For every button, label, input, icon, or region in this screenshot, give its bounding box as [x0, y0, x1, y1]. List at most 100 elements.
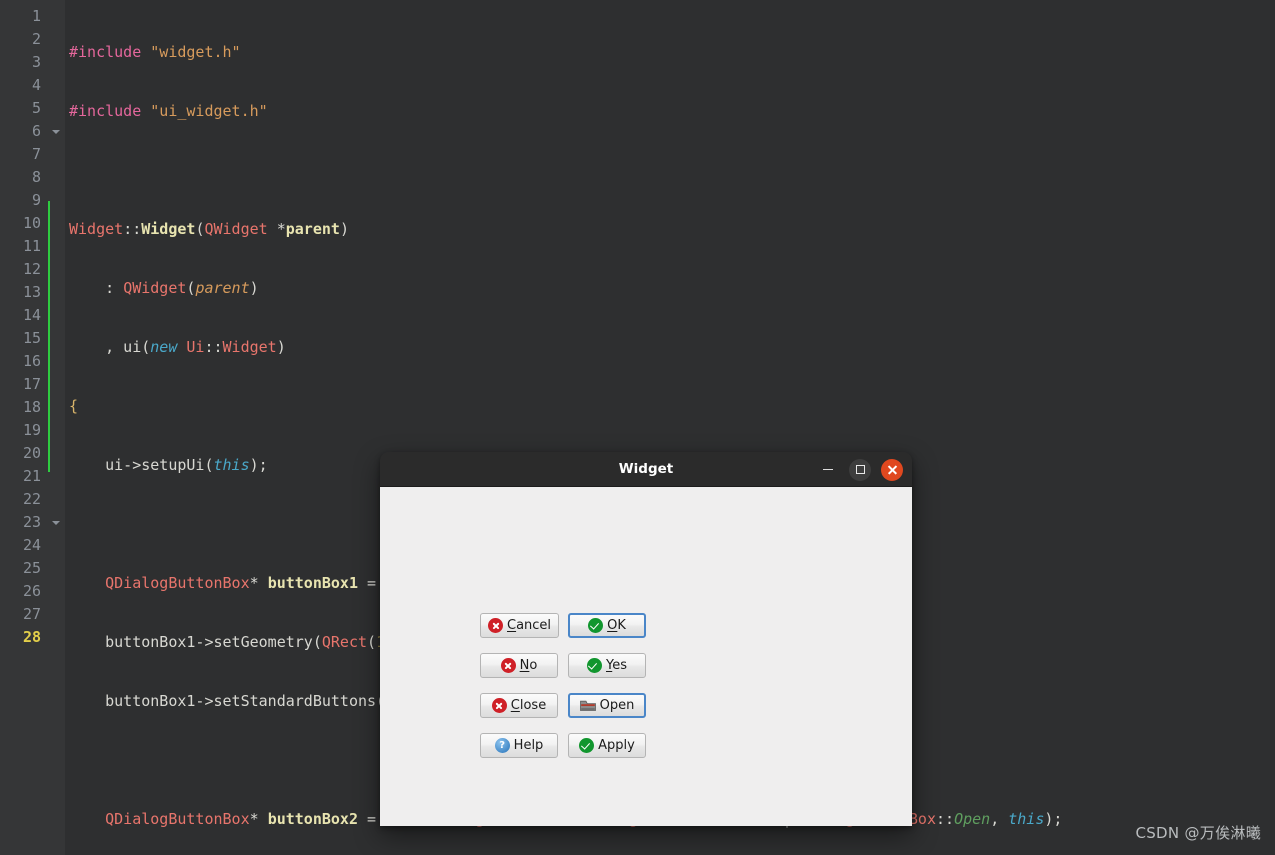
yes-button[interactable]: Yes [568, 653, 646, 678]
line-number: 6 [31, 122, 41, 140]
line-number-current: 28 [22, 628, 41, 646]
fold-cell [48, 235, 65, 258]
line-number: 5 [31, 99, 41, 117]
line-number: 18 [22, 398, 41, 416]
line-number: 24 [22, 536, 41, 554]
line-number: 3 [31, 53, 41, 71]
cancel-x-icon [491, 698, 507, 713]
editor-line-number-gutter: 1 2 3 4 5 6 7 8 9 10 11 12 13 14 15 16 1… [0, 0, 48, 855]
help-question-icon: ? [494, 738, 510, 753]
fold-cell [48, 350, 65, 373]
line-number: 4 [31, 76, 41, 94]
fold-cell [48, 442, 65, 465]
fold-cell [48, 534, 65, 557]
line-number: 22 [22, 490, 41, 508]
line-number: 7 [31, 145, 41, 163]
button-box-1-yesno: No Yes [480, 653, 646, 678]
fold-marker-line-6[interactable] [48, 120, 65, 143]
fold-cell [48, 626, 65, 649]
maximize-icon[interactable] [849, 458, 871, 481]
line-number: 16 [22, 352, 41, 370]
line-number: 10 [22, 214, 41, 232]
fold-cell [48, 74, 65, 97]
help-button[interactable]: ? Help [480, 733, 558, 758]
widget-dialog-window[interactable]: Widget Cancel OK No Yes Close Open ? Hel… [380, 452, 912, 826]
line-number: 19 [22, 421, 41, 439]
fold-cell [48, 258, 65, 281]
line-number: 25 [22, 559, 41, 577]
close-button-label: Close [510, 698, 547, 713]
line-number: 13 [22, 283, 41, 301]
cancel-button[interactable]: Cancel [480, 613, 560, 638]
button-box-3: ? Help Apply [480, 733, 646, 758]
line-number: 9 [31, 191, 41, 209]
close-icon[interactable] [881, 458, 903, 481]
fold-cell [48, 304, 65, 327]
line-number: 26 [22, 582, 41, 600]
dialog-title: Widget [618, 461, 674, 477]
line-number: 20 [22, 444, 41, 462]
cancel-button-label: Cancel [507, 618, 552, 633]
folder-icon [579, 699, 596, 712]
fold-cell [48, 488, 65, 511]
button-box-1: Cancel OK [480, 613, 646, 638]
dialog-body: Cancel OK No Yes Close Open ? Help Apply [380, 487, 912, 826]
line-number: 14 [22, 306, 41, 324]
line-number: 17 [22, 375, 41, 393]
code-line: { [69, 397, 79, 415]
code-line: : QWidget(parent) [69, 279, 259, 297]
fold-marker-line-23[interactable] [48, 511, 65, 534]
code-line: Widget::Widget(QWidget *parent) [69, 220, 349, 238]
fold-cell [48, 212, 65, 235]
no-button-label: No [519, 658, 538, 673]
apply-button[interactable]: Apply [568, 733, 646, 758]
ok-button[interactable]: OK [568, 613, 646, 638]
cancel-x-icon [488, 618, 503, 633]
check-circle-icon [588, 618, 604, 633]
check-circle-icon [587, 658, 602, 673]
apply-button-label: Apply [598, 738, 635, 753]
window-controls [817, 452, 903, 487]
fold-cell [48, 166, 65, 189]
fold-cell [48, 465, 65, 488]
close-button[interactable]: Close [480, 693, 558, 718]
line-number: 2 [31, 30, 41, 48]
screen-root: 1 2 3 4 5 6 7 8 9 10 11 12 13 14 15 16 1… [0, 0, 1275, 855]
line-number: 12 [22, 260, 41, 278]
fold-cell [48, 373, 65, 396]
code-line: , ui(new Ui::Widget) [69, 338, 286, 356]
fold-cell [48, 281, 65, 304]
fold-cell [48, 419, 65, 442]
line-number: 21 [22, 467, 41, 485]
fold-cell [48, 327, 65, 350]
line-number: 11 [22, 237, 41, 255]
fold-cell [48, 557, 65, 580]
line-number: 15 [22, 329, 41, 347]
fold-cell [48, 396, 65, 419]
fold-cell [48, 51, 65, 74]
fold-cell [48, 189, 65, 212]
fold-cell [48, 143, 65, 166]
fold-cell [48, 603, 65, 626]
minimize-icon[interactable] [817, 459, 839, 481]
line-number: 23 [22, 513, 41, 531]
dialog-titlebar[interactable]: Widget [380, 452, 912, 487]
help-button-label: Help [513, 738, 544, 753]
fold-cell [48, 97, 65, 120]
no-button[interactable]: No [480, 653, 558, 678]
editor-fold-gutter[interactable] [48, 0, 65, 855]
watermark-text: CSDN @万俟淋曦 [1135, 824, 1261, 842]
line-number: 27 [22, 605, 41, 623]
code-line: #include "widget.h" [69, 43, 241, 61]
ok-button-label: OK [607, 618, 626, 633]
fold-cell [48, 28, 65, 51]
yes-button-label: Yes [606, 658, 627, 673]
fold-cell [48, 5, 65, 28]
line-number: 1 [31, 7, 41, 25]
check-circle-icon [579, 738, 595, 753]
line-number: 8 [31, 168, 41, 186]
button-box-2: Close Open [480, 693, 646, 718]
open-button[interactable]: Open [568, 693, 646, 718]
fold-cell [48, 580, 65, 603]
